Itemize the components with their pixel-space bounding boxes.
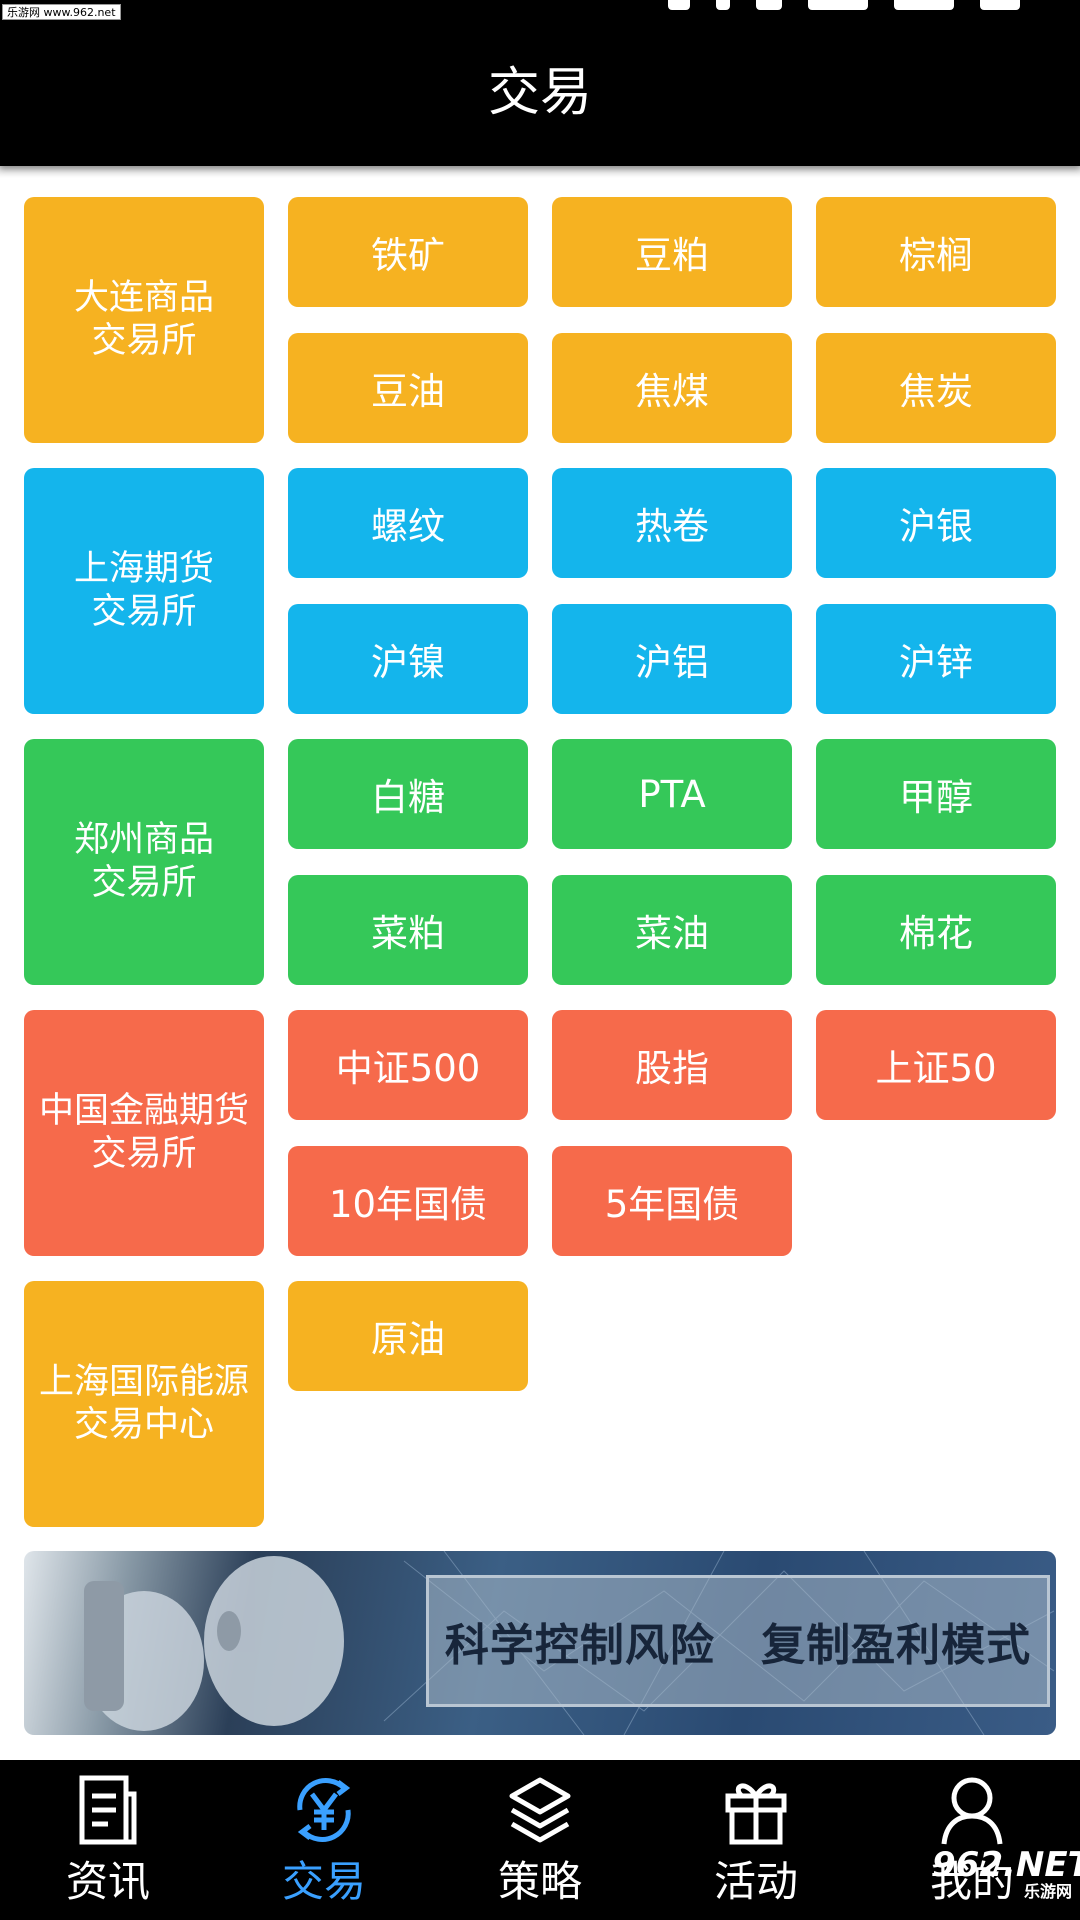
promo-banner[interactable]: 科学控制风险 复制盈利模式 xyxy=(24,1551,1056,1735)
product-tile[interactable]: 沪铝 xyxy=(552,604,792,714)
product-tile[interactable]: 10年国债 xyxy=(288,1146,528,1256)
product-tile[interactable]: 豆油 xyxy=(288,333,528,443)
yen-exchange-icon xyxy=(297,1778,351,1842)
product-tile[interactable]: 中证500 xyxy=(288,1010,528,1120)
wifi-icon xyxy=(756,0,782,10)
network-icon-2 xyxy=(894,0,954,10)
nav-item-strategy[interactable]: 策略 xyxy=(432,1760,648,1920)
layers-icon xyxy=(509,1777,571,1843)
product-tile[interactable]: 豆粕 xyxy=(552,197,792,307)
user-icon xyxy=(941,1777,1003,1845)
nav-item-activity[interactable]: 活动 xyxy=(648,1760,864,1920)
product-tile[interactable]: 焦炭 xyxy=(816,333,1056,443)
exchange-tile[interactable]: 中国金融期货 交易所 xyxy=(24,1010,264,1256)
nav-item-trade[interactable]: 交易 xyxy=(216,1760,432,1920)
app-header: 乐游网 www.962.net 交易 xyxy=(0,0,1080,166)
nav-label-strategy: 策略 xyxy=(497,1857,582,1906)
network-icon xyxy=(808,0,868,10)
header-shadow xyxy=(0,166,1080,178)
nav-item-news[interactable]: 资讯 xyxy=(0,1760,216,1920)
status-bar-icons xyxy=(668,0,1020,12)
product-tile[interactable]: 股指 xyxy=(552,1010,792,1120)
product-tile[interactable]: 上证50 xyxy=(816,1010,1056,1120)
nav-label-news: 资讯 xyxy=(65,1857,150,1906)
nav-label-trade: 交易 xyxy=(281,1857,366,1906)
product-tile[interactable]: 菜粕 xyxy=(288,875,528,985)
banner-slogan: 科学控制风险 复制盈利模式 xyxy=(426,1575,1050,1707)
product-tile[interactable]: 原油 xyxy=(288,1281,528,1391)
watermark-brand: 962.NET xyxy=(932,1845,1080,1885)
watermark-sub: 乐游网 xyxy=(1023,1882,1072,1901)
nav-label-activity: 活动 xyxy=(713,1857,798,1906)
product-tile[interactable]: 白糖 xyxy=(288,739,528,849)
gift-icon xyxy=(725,1783,787,1845)
product-tile[interactable]: 棕榈 xyxy=(816,197,1056,307)
product-tile[interactable]: 甲醇 xyxy=(816,739,1056,849)
product-tile[interactable]: 铁矿 xyxy=(288,197,528,307)
product-tile[interactable]: 热卷 xyxy=(552,468,792,578)
exchange-tile[interactable]: 上海期货 交易所 xyxy=(24,468,264,714)
product-tile[interactable]: 沪锌 xyxy=(816,604,1056,714)
watermark-label: 乐游网 www.962.net xyxy=(2,4,121,20)
product-tile[interactable]: PTA xyxy=(552,739,792,849)
product-tile[interactable]: 菜油 xyxy=(552,875,792,985)
page-title: 交易 xyxy=(487,63,592,123)
product-tile[interactable]: 沪镍 xyxy=(288,604,528,714)
battery-icon xyxy=(980,0,1020,10)
site-watermark: 962.NET 乐游网 xyxy=(932,1848,1080,1910)
exchange-tile[interactable]: 郑州商品 交易所 xyxy=(24,739,264,985)
product-tile[interactable]: 焦煤 xyxy=(552,333,792,443)
product-tile[interactable]: 5年国债 xyxy=(552,1146,792,1256)
product-tile[interactable]: 沪银 xyxy=(816,468,1056,578)
exchange-tile[interactable]: 大连商品 交易所 xyxy=(24,197,264,443)
exchange-tile[interactable]: 上海国际能源 交易中心 xyxy=(24,1281,264,1527)
document-icon xyxy=(79,1775,137,1845)
alarm-icon xyxy=(716,0,730,10)
product-tile[interactable]: 棉花 xyxy=(816,875,1056,985)
signal-icon xyxy=(668,0,690,10)
product-tile[interactable]: 螺纹 xyxy=(288,468,528,578)
bottom-navigation: 资讯 交易 策略 活动 我的 xyxy=(0,1760,1080,1920)
